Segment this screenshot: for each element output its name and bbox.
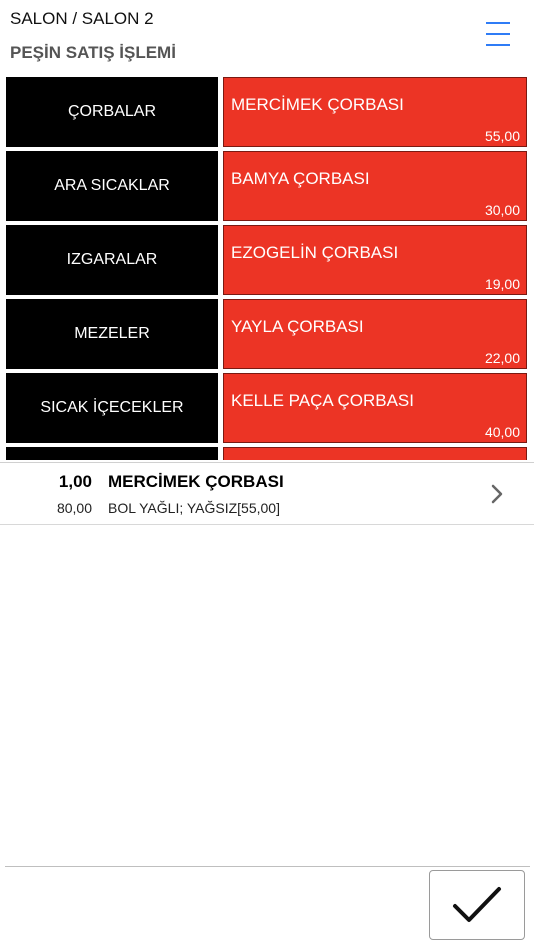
- category-button-partial[interactable]: [6, 447, 218, 460]
- breadcrumb: SALON / SALON 2: [10, 9, 154, 28]
- item-line-total: 80,00: [56, 500, 92, 516]
- product-tile[interactable]: MERCİMEK ÇORBASI 55,00: [223, 77, 527, 147]
- product-price: 19,00: [484, 276, 520, 292]
- category-button-ara-sicaklar[interactable]: ARA SICAKLAR: [6, 151, 218, 221]
- product-name: EZOGELİN ÇORBASI: [231, 243, 399, 262]
- category-button-corbalar[interactable]: ÇORBALAR: [6, 77, 218, 147]
- product-tile[interactable]: KELLE PAÇA ÇORBASI 40,00: [223, 373, 527, 443]
- menu-grid: ÇORBALAR ARA SICAKLAR IZGARALAR MEZELER …: [0, 76, 534, 460]
- product-tile[interactable]: EZOGELİN ÇORBASI 19,00: [223, 225, 527, 295]
- product-price: 30,00: [484, 202, 520, 218]
- confirm-button[interactable]: [429, 870, 525, 940]
- product-tile[interactable]: BAMYA ÇORBASI 30,00: [223, 151, 527, 221]
- item-quantity: 1,00: [58, 472, 92, 491]
- divider: [0, 524, 534, 525]
- product-name: YAYLA ÇORBASI: [231, 317, 364, 336]
- product-price: 22,00: [484, 350, 520, 366]
- divider: [5, 866, 530, 867]
- product-name: BAMYA ÇORBASI: [231, 169, 370, 188]
- product-price: 40,00: [484, 424, 520, 440]
- page-title: PEŞİN SATIŞ İŞLEMİ: [10, 43, 176, 62]
- item-modifiers: BOL YAĞLI; YAĞSIZ[55,00]: [108, 500, 280, 516]
- product-price: 55,00: [484, 128, 520, 144]
- chevron-right-icon[interactable]: [488, 482, 508, 506]
- category-button-sicak-icecekler[interactable]: SICAK İÇECEKLER: [6, 373, 218, 443]
- product-tile-partial[interactable]: [223, 447, 527, 460]
- product-tile[interactable]: YAYLA ÇORBASI 22,00: [223, 299, 527, 369]
- order-item-row[interactable]: 1,00 80,00 MERCİMEK ÇORBASI BOL YAĞLI; Y…: [0, 463, 534, 523]
- category-button-mezeler[interactable]: MEZELER: [6, 299, 218, 369]
- category-button-izgaralar[interactable]: IZGARALAR: [6, 225, 218, 295]
- checkmark-icon: [453, 887, 501, 922]
- product-name: MERCİMEK ÇORBASI: [231, 95, 404, 114]
- product-name: KELLE PAÇA ÇORBASI: [231, 391, 414, 410]
- item-name: MERCİMEK ÇORBASI: [108, 472, 284, 491]
- hamburger-menu-icon[interactable]: [480, 20, 516, 50]
